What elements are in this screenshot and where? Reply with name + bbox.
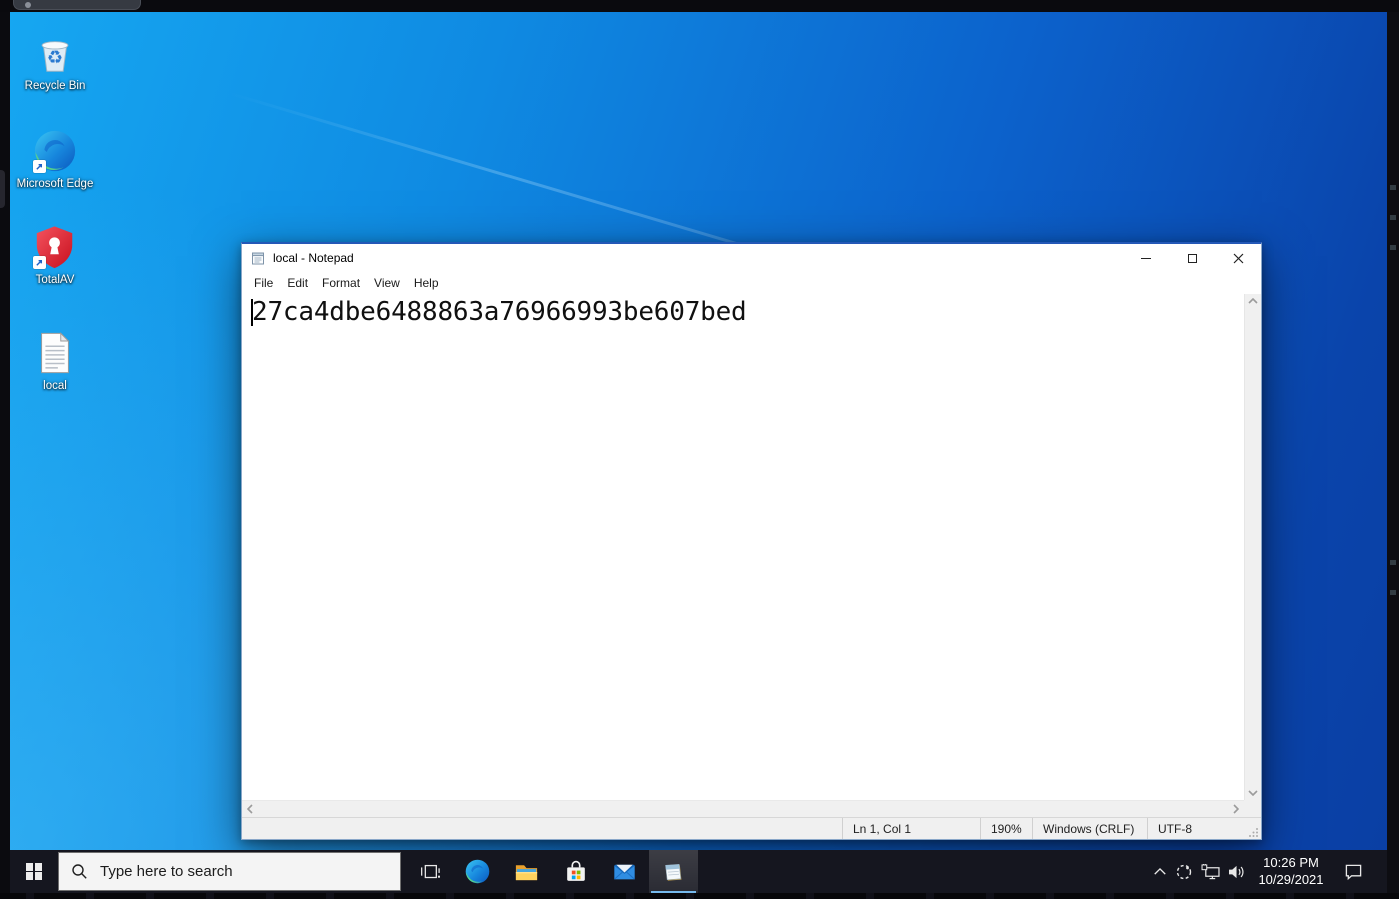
- window-title: local - Notepad: [273, 251, 354, 265]
- hidden-icons-icon: [1154, 867, 1166, 875]
- menu-help[interactable]: Help: [407, 274, 446, 292]
- notepad-icon: [665, 864, 682, 881]
- shortcut-overlay-icon: [33, 256, 46, 269]
- browser-chrome-strip: [0, 0, 1399, 12]
- left-edge-notch: [0, 170, 5, 208]
- screen: ♻ Recycle Bin Microsoft Edge TotalAV loc…: [0, 0, 1399, 899]
- desktop-icon-totalav[interactable]: TotalAV: [16, 224, 94, 287]
- minimize-button[interactable]: [1123, 244, 1169, 272]
- file-explorer-icon: [515, 865, 538, 881]
- network-icon: [1201, 863, 1220, 879]
- scroll-down-icon[interactable]: [1248, 790, 1258, 796]
- desktop-icon-label: local: [43, 380, 67, 392]
- desktop-icon-label: Microsoft Edge: [16, 178, 94, 190]
- maximize-button[interactable]: [1169, 244, 1215, 272]
- system-tray: 10:26 PM 10/29/2021: [1149, 850, 1387, 893]
- shortcut-overlay-icon: [33, 160, 46, 173]
- action-center-button[interactable]: [1331, 850, 1375, 893]
- taskbar-clock[interactable]: 10:26 PM 10/29/2021: [1251, 855, 1331, 888]
- artifact: [1390, 590, 1396, 595]
- minimize-icon: [1141, 257, 1151, 259]
- maximize-icon: [1187, 253, 1197, 263]
- start-icon: [25, 863, 43, 880]
- search-icon: [72, 864, 87, 879]
- store-icon: [566, 860, 585, 881]
- file-explorer-button[interactable]: [502, 850, 551, 893]
- clock-date: 10/29/2021: [1258, 871, 1324, 887]
- close-button[interactable]: [1215, 244, 1261, 272]
- tray-status-button[interactable]: [1171, 850, 1197, 893]
- notepad-statusbar: Ln 1, Col 1 190% Windows (CRLF) UTF-8: [242, 817, 1261, 839]
- volume-button[interactable]: [1223, 850, 1251, 893]
- microsoft-store-button[interactable]: [551, 850, 600, 893]
- action-center-icon: [1345, 864, 1361, 880]
- recycle-bin-icon: ♻: [41, 41, 69, 72]
- notepad-titlebar[interactable]: local - Notepad: [242, 244, 1261, 272]
- task-view-button[interactable]: [404, 850, 453, 893]
- notepad-taskbar-button[interactable]: [649, 850, 698, 893]
- search-input[interactable]: [98, 862, 348, 881]
- status-zoom-level: 190%: [980, 818, 1032, 839]
- task-view-icon: [420, 864, 440, 878]
- notepad-text-area[interactable]: 27ca4dbe6488863a76966993be607bed: [242, 294, 1244, 800]
- scroll-left-icon[interactable]: [247, 804, 253, 814]
- menu-file[interactable]: File: [247, 274, 280, 292]
- statusbar-spacer: [242, 818, 842, 839]
- taskbar-search-box[interactable]: [58, 852, 401, 891]
- notepad-menubar: File Edit Format View Help: [242, 272, 1261, 294]
- start-button[interactable]: [10, 850, 58, 893]
- taskbar: 10:26 PM 10/29/2021: [10, 850, 1387, 893]
- status-encoding: UTF-8: [1147, 818, 1245, 839]
- taskbar-apps: [404, 850, 698, 893]
- status-cursor-position: Ln 1, Col 1: [842, 818, 980, 839]
- desktop-icon-label: TotalAV: [35, 274, 75, 286]
- desktop-icon-local-file[interactable]: local: [16, 330, 94, 393]
- document-text: 27ca4dbe6488863a76966993be607bed: [252, 297, 747, 327]
- text-document-icon: [41, 332, 70, 374]
- menu-edit[interactable]: Edit: [280, 274, 315, 292]
- artifact: [1390, 245, 1396, 250]
- tab-favicon-dot: [25, 2, 31, 8]
- artifact: [1390, 560, 1396, 565]
- scroll-up-icon[interactable]: [1248, 298, 1258, 304]
- edge-icon: [465, 859, 490, 884]
- artifact: [1390, 185, 1396, 190]
- horizontal-scrollbar[interactable]: [242, 800, 1244, 817]
- mail-button[interactable]: [600, 850, 649, 893]
- network-button[interactable]: [1197, 850, 1223, 893]
- desktop-icon-recycle-bin[interactable]: ♻ Recycle Bin: [16, 30, 94, 93]
- resize-grip-icon[interactable]: [1245, 818, 1261, 839]
- scroll-right-icon[interactable]: [1233, 804, 1239, 814]
- bottom-artifact-strip: [0, 893, 1399, 899]
- desktop-icon-microsoft-edge[interactable]: Microsoft Edge: [16, 128, 94, 191]
- right-edge-strip: [1387, 12, 1399, 893]
- scrollbar-corner: [1244, 800, 1261, 817]
- desktop-icon-label: Recycle Bin: [24, 80, 86, 92]
- notepad-window: local - Notepad File Edit Format View He…: [241, 242, 1262, 840]
- left-edge-strip: [0, 12, 10, 893]
- vertical-scrollbar[interactable]: [1244, 294, 1261, 800]
- close-icon: [1233, 253, 1243, 263]
- artifact: [1390, 215, 1396, 220]
- notepad-icon: [252, 252, 264, 265]
- mail-icon: [614, 864, 635, 880]
- menu-format[interactable]: Format: [315, 274, 367, 292]
- volume-icon: [1229, 865, 1244, 878]
- clock-time: 10:26 PM: [1263, 855, 1319, 871]
- menu-view[interactable]: View: [367, 274, 407, 292]
- svg-text:♻: ♻: [47, 48, 63, 69]
- hidden-icons-button[interactable]: [1149, 850, 1171, 893]
- browser-tab-remnant: [13, 0, 141, 10]
- status-line-endings: Windows (CRLF): [1032, 818, 1147, 839]
- tray-status-icon: [1176, 864, 1192, 879]
- edge-taskbar-button[interactable]: [453, 850, 502, 893]
